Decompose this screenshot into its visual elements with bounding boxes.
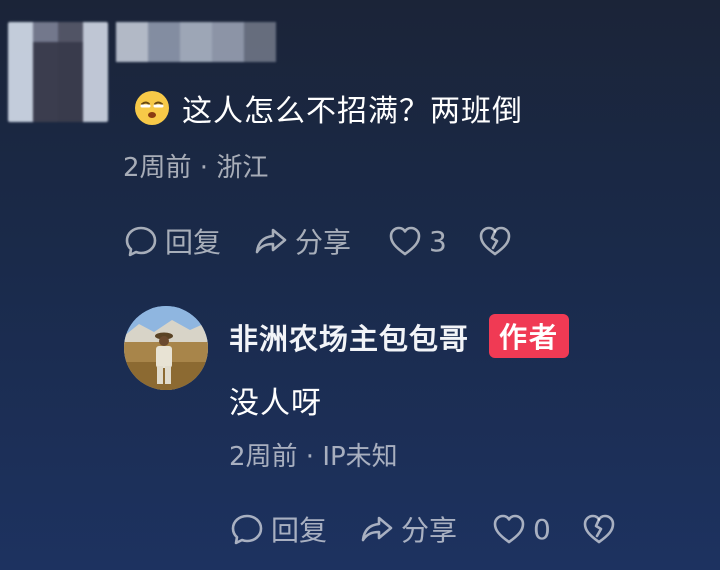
comment-actions: 回复 分享 3 (123, 221, 513, 261)
reply-dislike-button[interactable] (581, 511, 617, 547)
broken-heart-icon (479, 226, 511, 256)
comment-meta: 2周前 · 浙江 (123, 153, 269, 183)
share-label: 分享 (295, 226, 352, 259)
comment-like-button[interactable]: 3 (387, 223, 447, 259)
comment-bubble-icon (231, 514, 263, 545)
reply-label: 回复 (165, 226, 222, 259)
reply-like-button[interactable]: 0 (491, 511, 551, 547)
comment-dislike-button[interactable] (477, 223, 513, 259)
author-badge: 作者 (489, 314, 570, 358)
heart-icon (493, 514, 525, 544)
heart-icon (389, 226, 421, 256)
like-count: 0 (533, 512, 551, 546)
comment-text: 这人怎么不招满？两班倒 (182, 94, 523, 129)
comment-reply-button[interactable]: 回复 (123, 221, 221, 261)
avatar-photo (124, 306, 208, 390)
reply-meta: 2周前 · IP未知 (229, 442, 398, 472)
blurred-username (116, 22, 276, 62)
comment-share-button[interactable]: 分享 (253, 221, 351, 261)
unamused-face-icon (135, 91, 169, 125)
author-name[interactable]: 非洲农场主包包哥 (229, 316, 469, 358)
share-label: 分享 (401, 514, 458, 547)
reply-share-button[interactable]: 分享 (359, 509, 457, 549)
reply-label: 回复 (271, 514, 328, 547)
reply-reply-button[interactable]: 回复 (229, 509, 327, 549)
blurred-avatar (8, 22, 108, 122)
reply-text: 没人呀 (229, 386, 322, 421)
like-count: 3 (429, 224, 447, 258)
reply-actions: 回复 分享 0 (229, 509, 617, 549)
broken-heart-icon (583, 514, 615, 544)
comment-bubble-icon (125, 226, 157, 257)
comment-body: 这人怎么不招满？两班倒 (134, 86, 523, 130)
share-arrow-icon (255, 228, 287, 254)
share-arrow-icon (361, 516, 393, 542)
author-avatar[interactable] (124, 306, 208, 390)
